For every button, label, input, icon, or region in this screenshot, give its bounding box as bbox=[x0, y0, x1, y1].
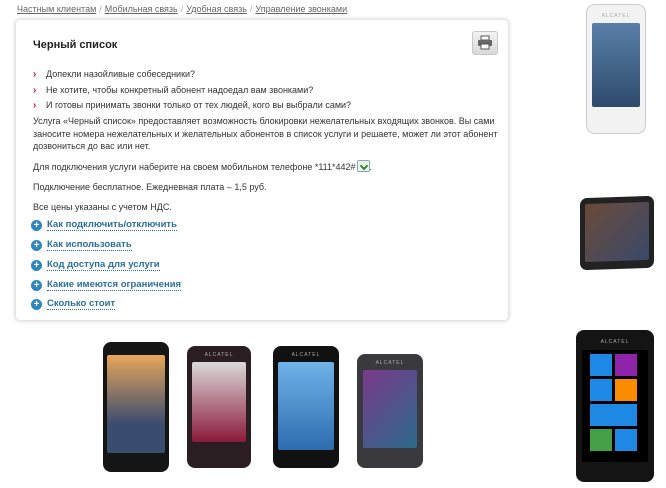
breadcrumb-separator: / bbox=[180, 4, 184, 14]
phone-image-3: ALCATEL bbox=[273, 346, 339, 468]
accordion-price[interactable]: + Сколько стоит bbox=[31, 298, 116, 310]
brand-label: ALCATEL bbox=[204, 352, 234, 358]
plus-icon: + bbox=[31, 219, 42, 231]
accordion-how-to-connect[interactable]: + Как подключить/отключить bbox=[31, 219, 177, 231]
white-phone-image: ALCATEL bbox=[586, 4, 646, 134]
breadcrumb-item-mobile[interactable]: Мобильная связь bbox=[105, 4, 178, 14]
vat-info: Все цены указаны с учетом НДС. bbox=[33, 202, 172, 212]
brand-label: ALCATEL bbox=[291, 352, 321, 358]
connect-instructions: Для подключения услуги наберите на своем… bbox=[33, 160, 373, 172]
accordion-how-to-use[interactable]: + Как использовать bbox=[31, 239, 132, 251]
list-item: › И готовы принимать звонки только от тех… bbox=[33, 100, 352, 111]
question-list: › Допекли назойливые собеседники? › Не хот… bbox=[33, 67, 351, 114]
service-card: Черный список › Допекли назойливые собесе… bbox=[15, 19, 509, 321]
printer-icon bbox=[478, 35, 492, 50]
breadcrumb: Частным клиентам / Мобильная связь / Удобная… bbox=[17, 4, 347, 14]
accordion-limitations[interactable]: + Какие имеются ограничения bbox=[31, 279, 182, 291]
list-item: › Допекли назойливые собеседники? bbox=[33, 69, 196, 80]
price-info: Подключение бесплатное. Ежедневная плата… bbox=[33, 182, 267, 192]
windows-phone-image: ALCATEL bbox=[576, 330, 654, 482]
breadcrumb-item-convenient[interactable]: Удобная связь bbox=[186, 4, 247, 14]
print-button[interactable] bbox=[472, 31, 498, 55]
breadcrumb-separator: / bbox=[99, 4, 102, 14]
brand-label: ALCATEL bbox=[600, 339, 630, 345]
phone-image-4: ALCATEL bbox=[357, 354, 423, 468]
list-item: › Не хотите, чтобы конкретный абонент над… bbox=[33, 84, 314, 96]
arrow-right-icon: › bbox=[33, 69, 37, 80]
brand-label: ALCATEL bbox=[375, 360, 405, 366]
breadcrumb-separator: / bbox=[249, 4, 253, 14]
phone-image-1 bbox=[103, 342, 169, 472]
plus-icon: + bbox=[31, 298, 42, 310]
breadcrumb-item-call-management[interactable]: Управление звонками bbox=[255, 4, 347, 14]
accordion-access-code[interactable]: + Код доступа для услуги bbox=[31, 259, 160, 271]
plus-icon: + bbox=[31, 259, 42, 271]
breadcrumb-item-private-clients[interactable]: Частным клиентам bbox=[17, 4, 96, 14]
call-code-icon[interactable] bbox=[356, 160, 370, 172]
page-title: Черный список bbox=[33, 39, 118, 51]
tablet-image bbox=[580, 195, 654, 271]
phone-image-2: ALCATEL bbox=[187, 346, 251, 468]
arrow-right-icon: › bbox=[33, 84, 37, 96]
service-description: Услуга «Черный список» предоставляет воз… bbox=[33, 116, 498, 151]
brand-label: ALCATEL bbox=[601, 13, 631, 19]
arrow-right-icon: › bbox=[33, 100, 37, 111]
plus-icon: + bbox=[31, 239, 42, 251]
plus-icon: + bbox=[31, 279, 42, 291]
